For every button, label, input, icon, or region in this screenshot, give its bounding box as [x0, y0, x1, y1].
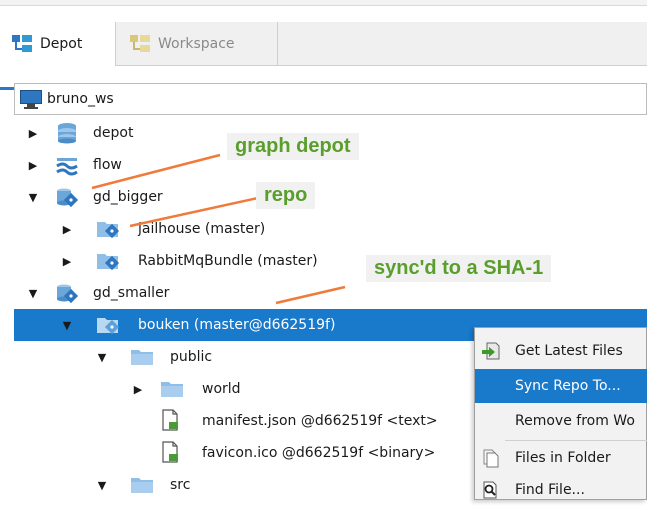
menu-item-get-latest-files[interactable]: Get Latest Files — [475, 334, 647, 368]
menu-item-label: Sync Repo To... — [515, 378, 621, 394]
context-menu: Get Latest Files Sync Repo To... Remove … — [474, 327, 647, 500]
annotation-repo: repo — [256, 182, 316, 209]
file-icon — [162, 441, 178, 463]
expand-arrow-icon[interactable]: ▶ — [60, 222, 74, 236]
collapse-arrow-icon[interactable]: ▼ — [26, 190, 40, 204]
depot-tree-icon — [12, 35, 32, 53]
get-latest-icon — [482, 342, 500, 360]
tab-depot-label: Depot — [40, 36, 83, 52]
tree-label: gd_bigger — [93, 189, 163, 205]
tree-row-jailhouse[interactable]: ▶ jailhouse (master) — [0, 213, 647, 245]
menu-item-label: Find File... — [515, 482, 585, 498]
expand-arrow-icon[interactable]: ▶ — [131, 382, 145, 396]
top-toolbar-edge — [0, 0, 647, 6]
folder-icon — [161, 382, 183, 397]
folder-icon — [131, 478, 153, 493]
tree-label: RabbitMqBundle (master) — [138, 253, 318, 269]
tree-label: bouken (master@d662519f) — [138, 317, 336, 333]
tab-bar: Depot Workspace — [0, 22, 647, 90]
tree-label: public — [170, 349, 213, 365]
tab-workspace[interactable]: Workspace — [118, 22, 278, 66]
collapse-arrow-icon[interactable]: ▼ — [95, 350, 109, 364]
menu-item-sync-repo-to[interactable]: Sync Repo To... — [475, 369, 647, 403]
expand-arrow-icon[interactable]: ▶ — [26, 158, 40, 172]
tree-label: depot — [93, 125, 134, 141]
tree-label: jailhouse (master) — [138, 221, 266, 237]
menu-item-label: Remove from Wo — [515, 413, 635, 429]
tree-label: manifest.json @d662519f <text> — [202, 413, 438, 429]
files-in-folder-icon — [483, 449, 499, 468]
expand-arrow-icon[interactable]: ▶ — [26, 126, 40, 140]
graph-depot-icon — [57, 284, 79, 304]
collapse-arrow-icon[interactable]: ▼ — [26, 286, 40, 300]
annotation-graph-depot: graph depot — [227, 133, 359, 160]
menu-item-label: Get Latest Files — [515, 343, 623, 359]
repo-icon — [97, 222, 120, 239]
workspace-monitor-icon — [19, 89, 43, 109]
tree-label: favicon.ico @d662519f <binary> — [202, 445, 436, 461]
workspace-name: bruno_ws — [47, 91, 114, 107]
database-stack-icon — [58, 123, 76, 144]
menu-item-find-file[interactable]: Find File... — [475, 473, 647, 507]
menu-item-label: Files in Folder — [515, 450, 611, 466]
tree-label: src — [170, 477, 191, 493]
tree-label: world — [202, 381, 241, 397]
menu-item-files-in-folder[interactable]: Files in Folder — [475, 441, 647, 475]
expand-arrow-icon[interactable]: ▶ — [60, 254, 74, 268]
repo-icon — [97, 254, 120, 271]
tree-label: flow — [93, 157, 122, 173]
folder-icon — [131, 350, 153, 365]
repo-icon — [97, 318, 120, 335]
annotation-sync: sync'd to a SHA-1 — [366, 255, 552, 282]
tab-workspace-label: Workspace — [158, 36, 235, 52]
collapse-arrow-icon[interactable]: ▼ — [95, 478, 109, 492]
collapse-arrow-icon[interactable]: ▼ — [60, 318, 74, 332]
file-icon — [162, 409, 178, 431]
graph-depot-icon — [57, 188, 79, 208]
menu-item-remove-from-workspace[interactable]: Remove from Wo — [475, 404, 647, 438]
stream-depot-icon — [56, 158, 78, 176]
workspace-selector[interactable]: bruno_ws — [14, 83, 647, 115]
tab-depot[interactable]: Depot — [0, 22, 116, 66]
tree-label: gd_smaller — [93, 285, 170, 301]
find-file-icon — [483, 481, 497, 499]
workspace-tree-icon — [130, 35, 150, 53]
tree-row-gd-bigger[interactable]: ▼ gd_bigger — [0, 181, 647, 213]
